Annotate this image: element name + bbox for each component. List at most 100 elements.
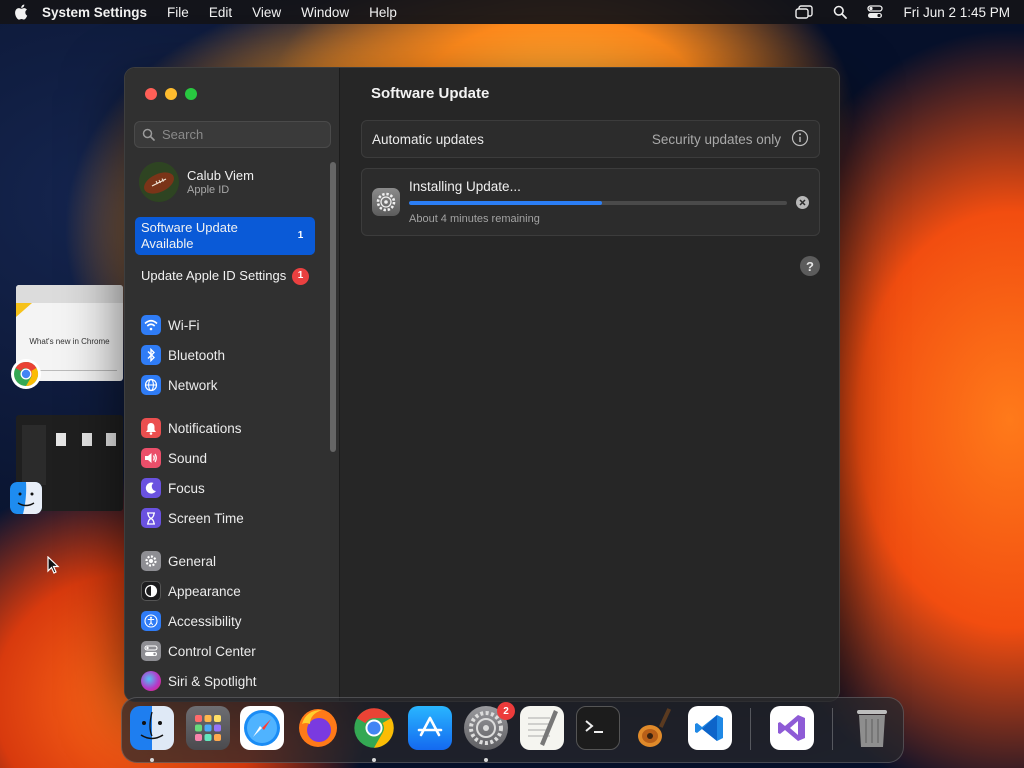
stage-chrome-tabbar <box>16 285 123 303</box>
dock-vscode-icon[interactable] <box>688 706 732 750</box>
siri-icon <box>141 671 161 691</box>
sidebar-item-label: Appearance <box>168 583 241 599</box>
accessibility-icon <box>141 611 161 631</box>
dock-firefox-icon[interactable] <box>296 706 340 750</box>
sidebar-item-label: Screen Time <box>168 510 244 526</box>
sidebar-item-label: Control Center <box>168 643 256 659</box>
stage-chrome-text: What's new in Chrome <box>29 337 110 346</box>
menu-bar: System Settings File Edit View Window He… <box>0 0 1024 24</box>
bell-icon <box>141 418 161 438</box>
stage-chrome-divider <box>36 370 117 371</box>
sidebar-item-sound[interactable]: Sound <box>141 446 207 470</box>
finder-stage-icon <box>10 482 42 514</box>
sidebar-item-control-center[interactable]: Control Center <box>141 639 256 663</box>
dock-safari-icon[interactable] <box>240 706 284 750</box>
dock-finder-icon[interactable] <box>130 706 174 750</box>
bluetooth-icon <box>141 345 161 365</box>
profile-name: Calub Viem <box>187 168 254 183</box>
update-progress-panel: Installing Update... About 4 minutes rem… <box>361 168 820 236</box>
dock-separator-2 <box>832 708 833 750</box>
sidebar-item-wifi[interactable]: Wi-Fi <box>141 313 199 337</box>
search-input[interactable]: Search <box>134 121 331 148</box>
apple-menu-icon[interactable] <box>14 4 28 20</box>
globe-icon <box>141 375 161 395</box>
sidebar-item-label: Sound <box>168 450 208 466</box>
avatar <box>139 162 179 202</box>
sidebar-item-appearance[interactable]: Appearance <box>141 579 241 603</box>
sidebar-item-notifications[interactable]: Notifications <box>141 416 242 440</box>
dock: 2 <box>121 697 904 763</box>
minimize-window-button[interactable] <box>165 88 177 100</box>
automatic-updates-row: Automatic updates Security updates only <box>361 120 820 158</box>
menu-window[interactable]: Window <box>301 5 349 20</box>
wifi-icon <box>141 315 161 335</box>
mouse-cursor-icon <box>47 555 60 580</box>
menu-clock[interactable]: Fri Jun 2 1:45 PM <box>903 5 1010 20</box>
stage-finder-sidebar <box>22 425 46 485</box>
dock-separator <box>750 708 751 750</box>
sidebar-item-label: Network <box>168 377 218 393</box>
speaker-icon <box>141 448 161 468</box>
dock-terminal-icon[interactable] <box>576 706 620 750</box>
software-update-gear-icon <box>372 188 400 216</box>
content-pane: Software Update Automatic updates Securi… <box>341 68 839 701</box>
stage-finder-file-1 <box>56 433 66 446</box>
menu-file[interactable]: File <box>167 5 189 20</box>
dock-visual-studio-icon[interactable] <box>770 706 814 750</box>
sidebar-update-apple-id[interactable]: Update Apple ID Settings 1 <box>135 257 315 295</box>
dock-chrome-running-dot <box>372 758 376 762</box>
sidebar-item-network[interactable]: Network <box>141 373 218 397</box>
sidebar-item-label: Accessibility <box>168 613 242 629</box>
menu-edit[interactable]: Edit <box>209 5 232 20</box>
control-center-icon[interactable] <box>867 5 884 19</box>
sidebar-item-accessibility[interactable]: Accessibility <box>141 609 242 633</box>
software-update-label: Software Update Available <box>141 220 238 251</box>
dock-textedit-icon[interactable] <box>520 706 564 750</box>
window-controls <box>145 88 197 100</box>
profile-subtitle: Apple ID <box>187 184 230 196</box>
stage-manager-icon[interactable] <box>795 5 814 19</box>
stage-finder-file-2 <box>82 433 92 446</box>
sidebar-item-focus[interactable]: Focus <box>141 476 205 500</box>
sidebar-item-siri-spotlight[interactable]: Siri & Spotlight <box>141 669 257 693</box>
appearance-icon <box>141 581 161 601</box>
help-button[interactable]: ? <box>800 256 820 276</box>
dock-launchpad-icon[interactable] <box>186 706 230 750</box>
update-apple-id-label: Update Apple ID Settings <box>141 268 287 283</box>
sidebar-item-screen-time[interactable]: Screen Time <box>141 506 244 530</box>
menu-view[interactable]: View <box>252 5 281 20</box>
system-settings-window: Search Calub Viem Apple ID Software Upda… <box>124 67 840 702</box>
sidebar-scroll-thumb[interactable] <box>330 162 336 452</box>
sidebar-item-label: General <box>168 553 217 569</box>
menu-app-name[interactable]: System Settings <box>42 5 147 20</box>
update-time-remaining: About 4 minutes remaining <box>409 213 540 225</box>
dock-system-settings-badge: 2 <box>497 702 515 720</box>
sidebar-item-label: Wi-Fi <box>168 317 200 333</box>
close-window-button[interactable] <box>145 88 157 100</box>
stage-chrome-banner <box>16 303 32 317</box>
apple-id-profile[interactable]: Calub Viem Apple ID <box>139 162 254 202</box>
sidebar-item-label: Notifications <box>168 420 242 436</box>
sidebar-item-general[interactable]: General <box>141 549 216 573</box>
sidebar-item-bluetooth[interactable]: Bluetooth <box>141 343 225 367</box>
menu-help[interactable]: Help <box>369 5 397 20</box>
cancel-update-button[interactable] <box>796 196 809 209</box>
dock-chrome-icon[interactable] <box>352 706 396 750</box>
dock-garageband-icon[interactable] <box>632 706 676 750</box>
hourglass-icon <box>141 508 161 528</box>
dock-trash-icon[interactable] <box>850 706 894 750</box>
sidebar-software-update-available[interactable]: Software Update Available 1 <box>135 217 315 255</box>
update-progress-fill <box>409 201 602 205</box>
control-center-icon <box>141 641 161 661</box>
info-icon[interactable] <box>791 129 809 150</box>
search-icon <box>142 128 155 141</box>
automatic-updates-value: Security updates only <box>651 131 781 147</box>
dock-app-store-icon[interactable] <box>408 706 452 750</box>
search-placeholder: Search <box>162 127 204 142</box>
sidebar-scrollbar[interactable] <box>330 162 336 452</box>
zoom-window-button[interactable] <box>185 88 197 100</box>
sidebar-item-label: Focus <box>168 480 205 496</box>
spotlight-search-icon[interactable] <box>833 5 848 19</box>
sidebar-item-label: Siri & Spotlight <box>168 673 257 689</box>
software-update-badge: 1 <box>297 230 304 241</box>
